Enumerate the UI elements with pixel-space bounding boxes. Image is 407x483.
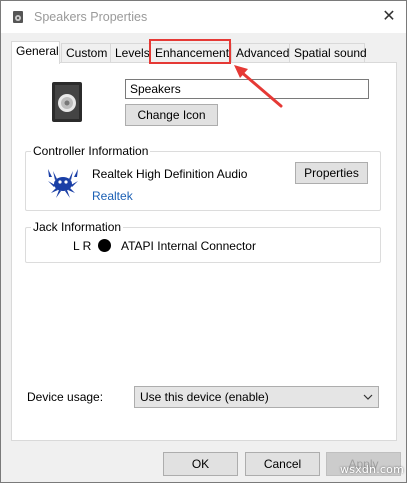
controller-name: Realtek High Definition Audio: [92, 167, 248, 181]
device-usage-selected-value: Use this device (enable): [140, 390, 269, 404]
speaker-app-icon: [13, 11, 23, 23]
tab-advanced[interactable]: Advanced: [231, 43, 290, 63]
controller-group-label: Controller Information: [31, 144, 151, 158]
speakers-properties-dialog: Speakers Properties ✕ General Custom Lev…: [0, 0, 407, 483]
tab-spatial-sound[interactable]: Spatial sound: [289, 43, 367, 63]
red-arrow-annotation: [234, 65, 283, 108]
device-usage-label: Device usage:: [27, 390, 104, 404]
cancel-button[interactable]: Cancel: [245, 452, 320, 476]
tab-general[interactable]: General: [11, 41, 60, 64]
jack-group-label: Jack Information: [31, 220, 124, 234]
ok-button[interactable]: OK: [163, 452, 238, 476]
device-usage-select[interactable]: Use this device (enable): [134, 386, 379, 408]
realtek-crab-icon: [48, 169, 78, 198]
tab-custom[interactable]: Custom: [61, 43, 111, 63]
properties-button[interactable]: Properties: [295, 162, 368, 184]
jack-color-dot-icon: [98, 239, 111, 252]
tab-enhancements[interactable]: Enhancements: [150, 43, 235, 63]
speaker-device-icon: [52, 82, 82, 122]
change-icon-button[interactable]: Change Icon: [125, 104, 218, 126]
close-button[interactable]: ✕: [379, 7, 399, 27]
chevron-down-icon: [363, 394, 373, 400]
window-title: Speakers Properties: [34, 10, 148, 24]
jack-connector-name: ATAPI Internal Connector: [121, 239, 256, 253]
jack-channels: L R: [73, 239, 92, 253]
controller-vendor-link[interactable]: Realtek: [92, 189, 133, 203]
watermark-text: wsxdn.com: [340, 463, 404, 476]
tab-levels[interactable]: Levels: [110, 43, 151, 63]
titlebar: Speakers Properties ✕: [1, 1, 406, 33]
